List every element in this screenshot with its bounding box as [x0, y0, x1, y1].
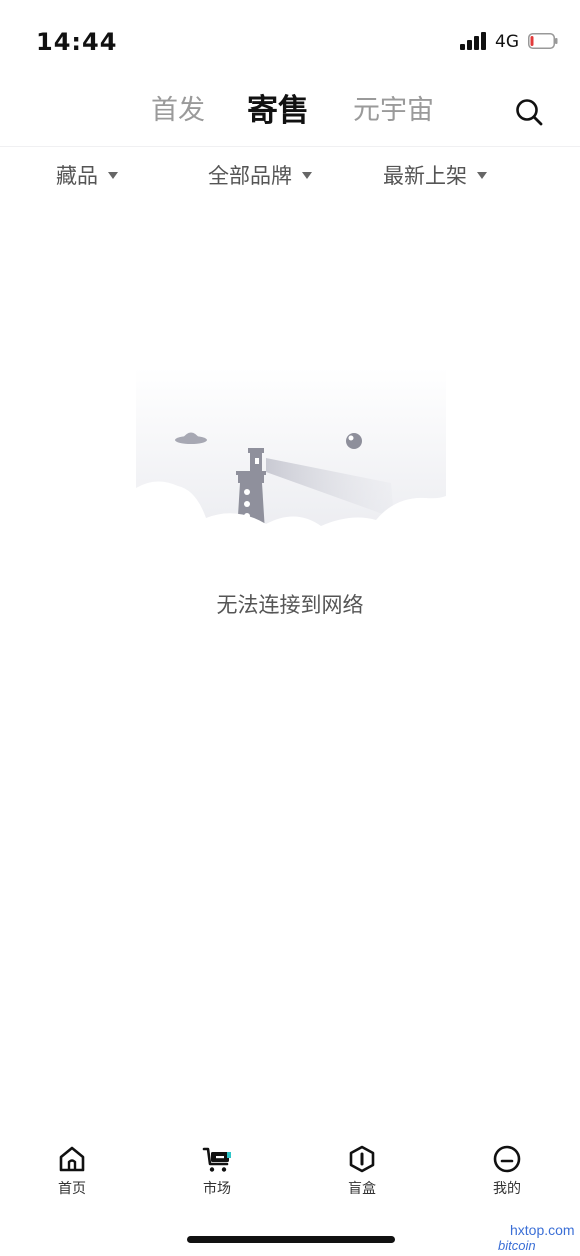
lighthouse-cloud-illustration	[136, 368, 446, 566]
nav-blind-box[interactable]: 盲盒	[322, 1136, 402, 1198]
network-type: 4G	[495, 32, 519, 52]
signal-icon	[460, 32, 486, 50]
watermark: hxtop.com bitcoin	[470, 1210, 580, 1256]
profile-icon	[493, 1145, 521, 1173]
filter-sort[interactable]: 最新上架	[383, 160, 487, 190]
nav-home-label: 首页	[58, 1181, 86, 1197]
status-bar: 14:44 4G	[0, 0, 580, 84]
filter-bar: 藏品 全部品牌 最新上架	[0, 160, 580, 200]
nav-home[interactable]: 首页	[32, 1136, 112, 1198]
header-divider	[0, 146, 580, 147]
filter-collection[interactable]: 藏品	[56, 160, 118, 190]
filter-collection-label: 藏品	[56, 164, 98, 188]
nav-blind-box-label: 盲盒	[348, 1181, 376, 1197]
home-icon	[59, 1146, 85, 1172]
tab-first-release[interactable]: 首发	[151, 88, 205, 127]
home-indicator[interactable]	[187, 1236, 395, 1243]
bottom-nav: 首页 市场 盲盒 我的	[0, 1136, 580, 1206]
search-icon[interactable]	[513, 96, 545, 128]
caret-down-icon	[477, 171, 487, 179]
status-time: 14:44	[36, 28, 118, 56]
blind-box-icon	[349, 1145, 375, 1173]
tab-consignment[interactable]: 寄售	[247, 85, 309, 130]
watermark-site: hxtop.com	[510, 1222, 575, 1238]
top-tabs: 首发 寄售 元宇宙	[0, 88, 580, 138]
cart-icon	[202, 1147, 231, 1172]
filter-brand-label: 全部品牌	[208, 164, 292, 188]
watermark-sub: bitcoin	[498, 1238, 536, 1253]
filter-brand[interactable]: 全部品牌	[208, 160, 312, 190]
battery-icon	[528, 33, 558, 49]
filter-sort-label: 最新上架	[383, 164, 467, 188]
nav-market-label: 市场	[203, 1181, 231, 1197]
empty-state-message: 无法连接到网络	[216, 593, 364, 617]
caret-down-icon	[302, 171, 312, 179]
nav-profile[interactable]: 我的	[467, 1136, 547, 1198]
tab-metaverse[interactable]: 元宇宙	[353, 88, 434, 127]
nav-market[interactable]: 市场	[177, 1136, 257, 1198]
nav-profile-label: 我的	[493, 1181, 521, 1197]
caret-down-icon	[108, 171, 118, 179]
